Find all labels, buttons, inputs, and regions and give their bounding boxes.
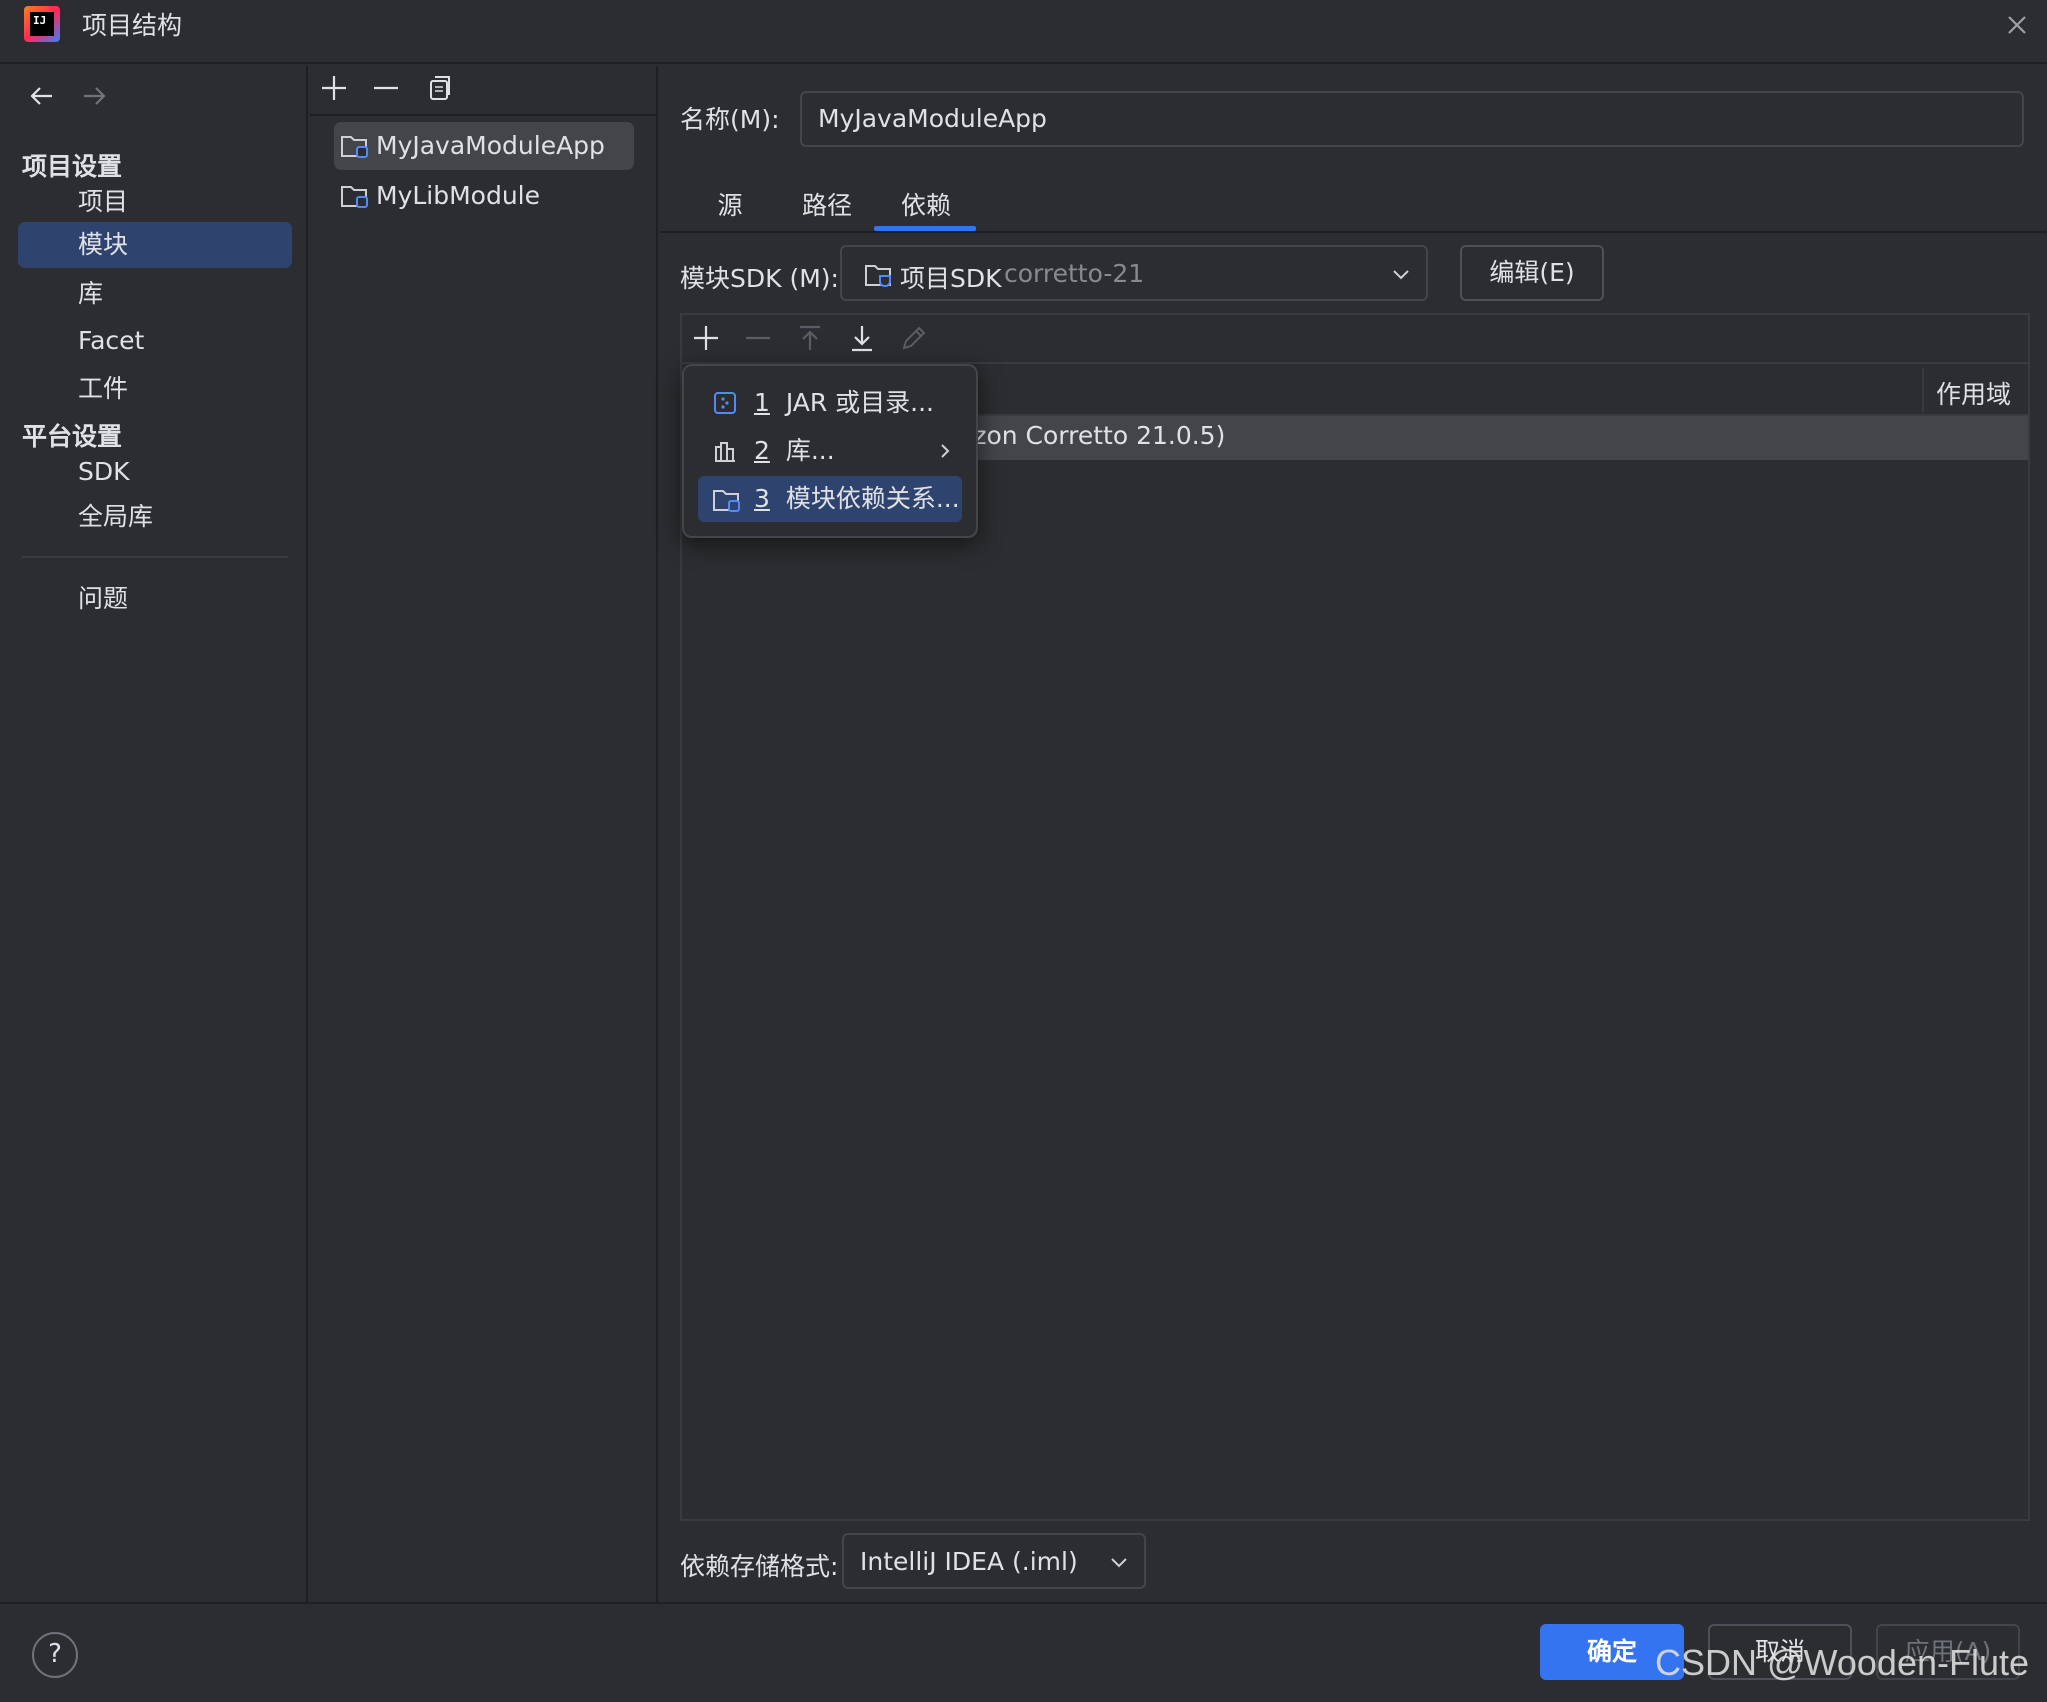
chevron-down-icon bbox=[1390, 263, 1412, 285]
library-icon bbox=[712, 438, 738, 464]
module-label: MyLibModule bbox=[376, 181, 541, 210]
scope-column-header[interactable]: 作用域 bbox=[1936, 375, 2011, 411]
edit-dependency-icon[interactable] bbox=[898, 322, 930, 354]
add-module-icon[interactable] bbox=[318, 72, 350, 104]
tab-dependencies[interactable]: 依赖 bbox=[890, 186, 962, 222]
close-icon[interactable] bbox=[2000, 8, 2034, 42]
module-item-myjavamoduleapp[interactable]: MyJavaModuleApp bbox=[334, 122, 634, 170]
module-folder-icon bbox=[340, 182, 370, 210]
module-icon bbox=[712, 486, 742, 514]
edit-sdk-button[interactable]: 编辑(E) bbox=[1460, 245, 1604, 301]
window-title: 项目结构 bbox=[82, 11, 183, 40]
watermark: CSDN @Wooden-Flute bbox=[1655, 1642, 2030, 1683]
nav-item-facets[interactable]: Facet bbox=[18, 318, 292, 364]
nav-item-project[interactable]: 项目 bbox=[18, 179, 292, 225]
nav-item-artifacts[interactable]: 工件 bbox=[18, 366, 292, 412]
nav-item-problems[interactable]: 问题 bbox=[18, 576, 292, 622]
help-button[interactable]: ? bbox=[32, 1632, 78, 1678]
menu-item-label: 库... bbox=[785, 436, 835, 465]
sdk-folder-icon bbox=[864, 261, 894, 289]
copy-module-icon[interactable] bbox=[422, 72, 454, 104]
chevron-down-icon bbox=[1108, 1551, 1130, 1573]
nav-item-sdks[interactable]: SDK bbox=[18, 449, 292, 495]
module-list-toolbar bbox=[310, 66, 658, 116]
nav-item-global-libraries[interactable]: 全局库 bbox=[18, 494, 292, 540]
menu-item-label: 模块依赖关系... bbox=[785, 484, 960, 513]
remove-dependency-icon[interactable] bbox=[742, 322, 774, 354]
storage-format-label: 依赖存储格式: bbox=[680, 1552, 839, 1581]
storage-format-value: IntelliJ IDEA (.iml) bbox=[860, 1547, 1078, 1576]
module-item-mylibmodule[interactable]: MyLibModule bbox=[334, 172, 634, 220]
tab-sources[interactable]: 源 bbox=[706, 186, 754, 222]
menu-item-jar-or-directory[interactable]: 1 JAR 或目录... bbox=[698, 380, 962, 426]
project-settings-header: 项目设置 bbox=[22, 152, 123, 181]
menu-item-number: 2 bbox=[754, 436, 770, 465]
tab-paths[interactable]: 路径 bbox=[796, 186, 858, 222]
chevron-right-icon bbox=[936, 442, 954, 460]
menu-item-label: JAR 或目录... bbox=[785, 388, 935, 417]
menu-item-number: 3 bbox=[754, 484, 770, 513]
back-arrow-icon[interactable] bbox=[26, 80, 58, 112]
dependency-row-text: azon Corretto 21.0.5) bbox=[958, 421, 1226, 450]
sdk-version: corretto-21 bbox=[1004, 259, 1145, 288]
forward-arrow-icon[interactable] bbox=[78, 80, 110, 112]
menu-item-number: 1 bbox=[754, 388, 770, 417]
sdk-name: 项目SDK bbox=[900, 264, 1002, 293]
title-bar bbox=[0, 0, 2047, 64]
storage-format-dropdown[interactable]: IntelliJ IDEA (.iml) bbox=[842, 1533, 1146, 1589]
module-folder-icon bbox=[340, 132, 370, 160]
module-label: MyJavaModuleApp bbox=[376, 131, 605, 160]
nav-item-libraries[interactable]: 库 bbox=[18, 271, 292, 317]
move-up-icon[interactable] bbox=[794, 322, 826, 354]
tabs-divider bbox=[660, 231, 2047, 233]
platform-settings-header: 平台设置 bbox=[22, 422, 123, 451]
intellij-logo-icon: IJ bbox=[24, 6, 60, 42]
name-label: 名称(M): bbox=[680, 105, 780, 134]
remove-module-icon[interactable] bbox=[370, 72, 402, 104]
column-separator bbox=[1922, 368, 1924, 412]
move-down-icon[interactable] bbox=[846, 322, 878, 354]
module-name-input[interactable]: MyJavaModuleApp bbox=[800, 91, 2024, 147]
module-sdk-label: 模块SDK (M): bbox=[680, 264, 839, 293]
nav-item-modules[interactable]: 模块 bbox=[18, 222, 292, 268]
nav-divider bbox=[22, 556, 288, 558]
menu-item-module-dependency[interactable]: 3 模块依赖关系... bbox=[698, 476, 962, 522]
jar-icon bbox=[712, 390, 738, 416]
module-sdk-dropdown[interactable]: 项目SDK corretto-21 bbox=[840, 245, 1428, 301]
add-dependency-icon[interactable] bbox=[690, 322, 722, 354]
module-list-panel bbox=[310, 66, 658, 1602]
menu-item-library[interactable]: 2 库... bbox=[698, 428, 962, 474]
